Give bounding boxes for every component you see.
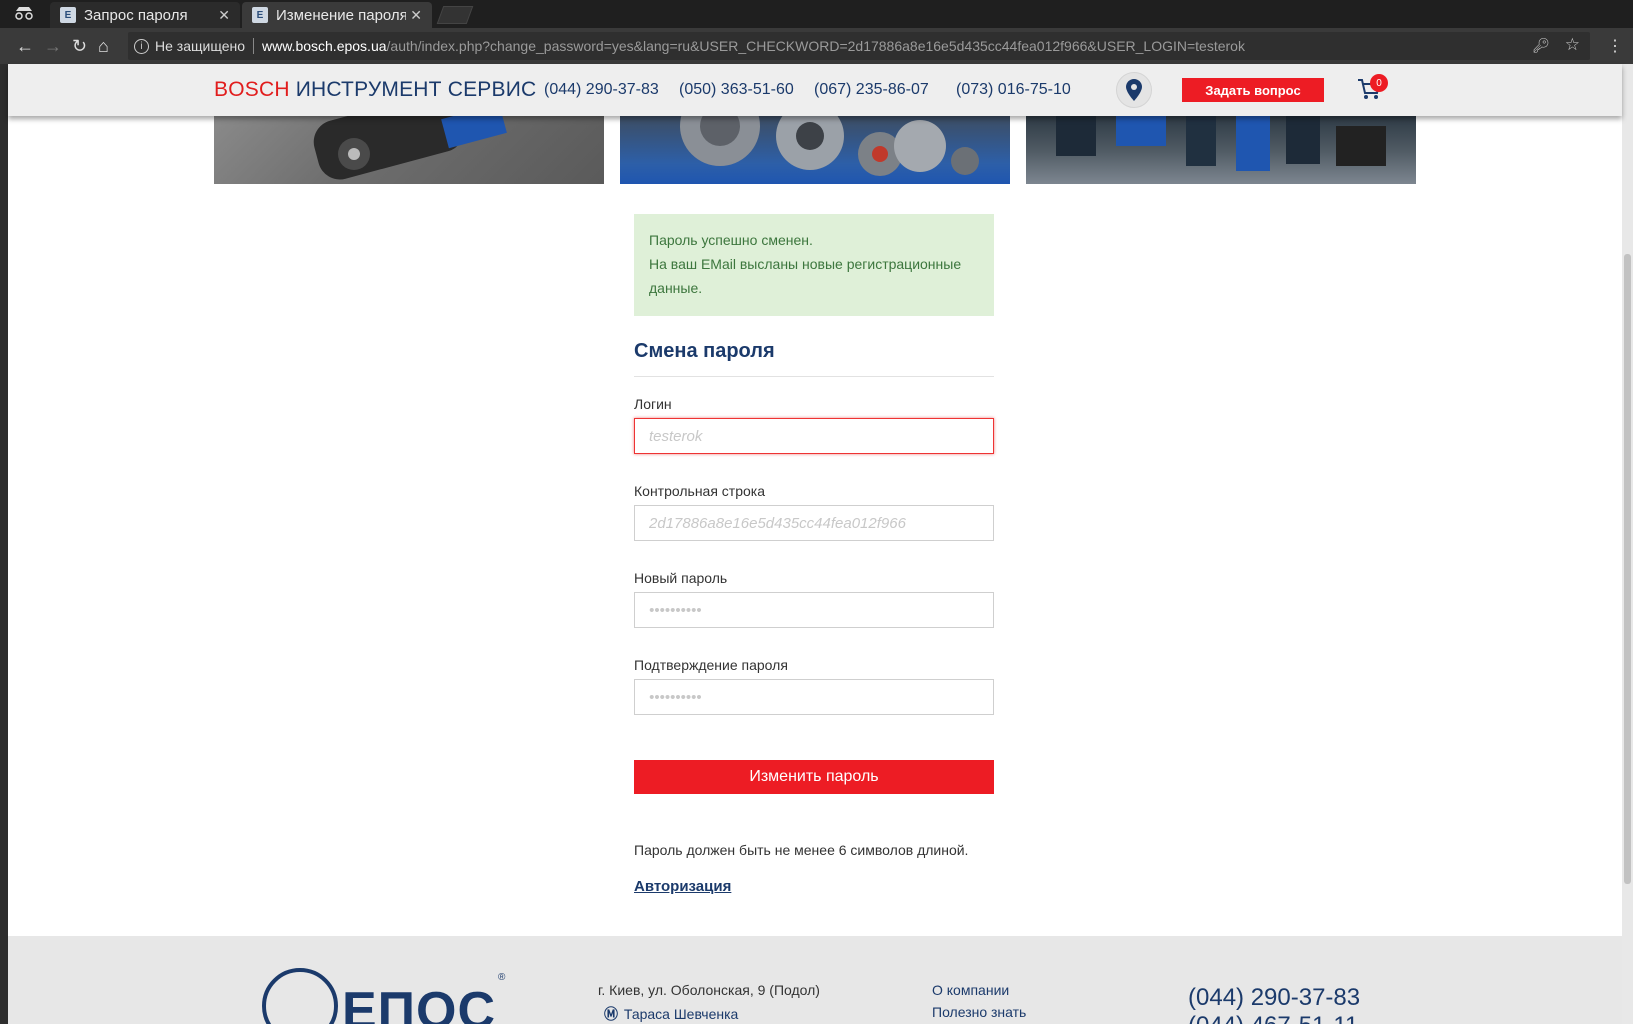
confirm-password-field[interactable] (634, 679, 994, 715)
scrollbar[interactable] (1622, 64, 1633, 1024)
footer-phone-2[interactable]: (044) 467-51-11 (1188, 1012, 1358, 1024)
footer-address: г. Киев, ул. Оболонская, 9 (Подол) (598, 982, 820, 998)
banner-drill-image[interactable] (214, 116, 604, 184)
site-favicon-icon: E (252, 7, 268, 23)
forward-arrow-icon[interactable]: → (44, 36, 62, 56)
bookmark-star-icon[interactable]: ☆ (1565, 35, 1580, 55)
epos-logo[interactable]: ЕПОС ® (262, 968, 505, 1024)
header-phone-1[interactable]: (044) 290-37-83 (544, 81, 659, 99)
incognito-icon (14, 6, 34, 22)
page-title: Смена пароля (634, 340, 775, 362)
browser-menu-icon[interactable]: ⋮ (1607, 36, 1623, 56)
security-status: Не защищено (155, 38, 245, 54)
home-icon[interactable]: ⌂ (98, 36, 109, 56)
divider (253, 38, 254, 54)
key-icon[interactable]: 🔑︎ (1532, 37, 1550, 54)
ask-question-button[interactable]: Задать вопрос (1182, 78, 1324, 102)
login-label: Логин (634, 396, 672, 412)
alert-line-1: Пароль успешно сменен. (649, 232, 813, 248)
site-favicon-icon: E (60, 7, 76, 23)
browser-tab-2[interactable]: E Изменение пароля ✕ (242, 2, 432, 28)
metro-station: Тараса Шевченка (623, 1006, 739, 1022)
new-password-label: Новый пароль (634, 570, 728, 586)
metro-icon: Ⓜ (604, 1006, 618, 1022)
new-password-field[interactable] (634, 592, 994, 628)
close-tab-icon[interactable]: ✕ (218, 7, 230, 24)
epos-logo-emblem-icon (262, 968, 338, 1024)
site-footer: ЕПОС ® г. Киев, ул. Оболонская, 9 (Подол… (8, 936, 1622, 1024)
checkword-field[interactable] (634, 505, 994, 541)
map-pin-icon[interactable] (1116, 72, 1152, 108)
close-tab-icon[interactable]: ✕ (410, 7, 422, 24)
epos-logo-text: ЕПОС (342, 982, 497, 1024)
browser-tab-strip: E Запрос пароля ✕ E Изменение пароля ✕ (0, 0, 1633, 28)
address-bar[interactable]: i Не защищено www.bosch.epos.ua/auth/ind… (128, 32, 1590, 60)
back-arrow-icon[interactable]: ← (16, 36, 34, 56)
browser-toolbar: ← → ↻ ⌂ i Не защищено www.bosch.epos.ua /… (0, 28, 1633, 64)
tab-title: Запрос пароля (84, 6, 188, 24)
browser-tab-1[interactable]: E Запрос пароля ✕ (50, 2, 240, 28)
password-hint: Пароль должен быть не менее 6 символов д… (634, 842, 969, 858)
left-panel-strip (0, 64, 8, 1024)
scrollbar-thumb[interactable] (1624, 254, 1631, 884)
change-password-button[interactable]: Изменить пароль (634, 760, 994, 794)
success-alert: Пароль успешно сменен. На ваш EMail высл… (634, 214, 994, 316)
banner-measuring-tools-image[interactable] (1026, 116, 1416, 184)
site-logo[interactable]: BOSCH ИНСТРУМЕНТ СЕРВИС (214, 78, 536, 102)
banner-gears-image[interactable] (620, 116, 1010, 184)
alert-line-2: На ваш EMail высланы новые регистрационн… (649, 256, 962, 296)
authorization-link[interactable]: Авторизация (634, 878, 731, 895)
checkword-label: Контрольная строка (634, 483, 766, 499)
url-path: /auth/index.php?change_password=yes&lang… (386, 38, 1245, 54)
footer-link-useful[interactable]: Полезно знать (932, 1004, 1026, 1020)
title-divider (634, 376, 994, 377)
logo-brand: BOSCH (214, 78, 290, 101)
cart-count-badge: 0 (1370, 74, 1388, 92)
logo-subtitle: ИНСТРУМЕНТ СЕРВИС (295, 78, 537, 101)
reload-icon[interactable]: ↻ (72, 36, 87, 56)
registered-mark-icon: ® (498, 972, 506, 983)
footer-metro: Ⓜ Тараса Шевченка (604, 1004, 738, 1024)
new-tab-button[interactable] (436, 6, 474, 24)
header-phone-2[interactable]: (050) 363-51-60 (679, 81, 794, 99)
tab-title: Изменение пароля (276, 6, 406, 24)
confirm-password-label: Подтверждение пароля (634, 657, 788, 673)
header-phone-3[interactable]: (067) 235-86-07 (814, 81, 929, 99)
site-header: BOSCH ИНСТРУМЕНТ СЕРВИС (044) 290-37-83 … (8, 64, 1622, 116)
footer-link-about[interactable]: О компании (932, 982, 1009, 998)
header-phone-4[interactable]: (073) 016-75-10 (956, 81, 1071, 99)
url-host: www.bosch.epos.ua (262, 38, 387, 54)
footer-phone-1[interactable]: (044) 290-37-83 (1188, 984, 1360, 1012)
info-icon[interactable]: i (134, 38, 149, 54)
login-field[interactable] (634, 418, 994, 454)
